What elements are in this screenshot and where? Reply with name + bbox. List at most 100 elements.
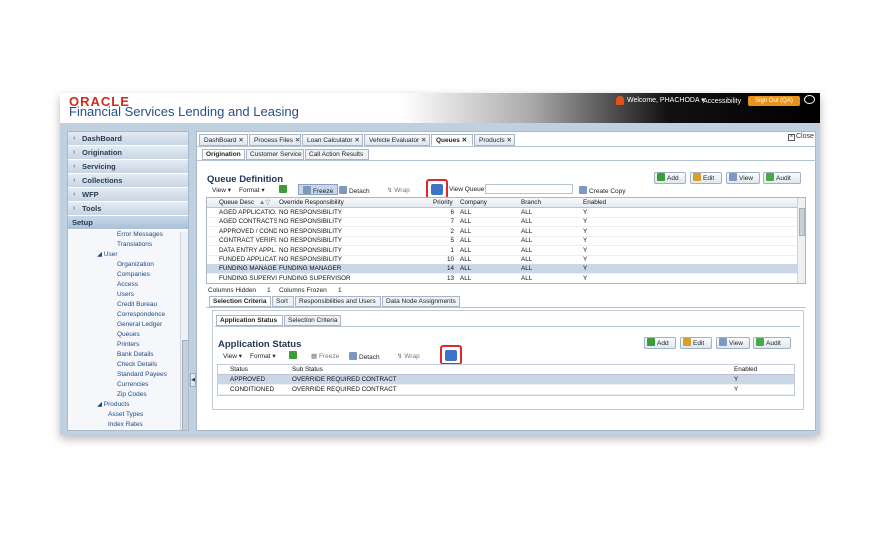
tree-item-products[interactable]: ◢ Products (68, 400, 180, 410)
close-icon[interactable]: ✕ (506, 137, 511, 144)
subtab-origination[interactable]: Origination (202, 149, 245, 160)
queue-grid-scrollbar[interactable] (797, 198, 805, 283)
close-button[interactable]: × Close (788, 133, 814, 141)
tree-item-standard-payees[interactable]: Standard Payees (68, 370, 180, 380)
col-enabled[interactable]: Enabled (732, 365, 772, 375)
wrap-button[interactable]: ↯ Wrap (397, 352, 420, 360)
subtab-application-status[interactable]: Application Status (216, 315, 283, 326)
tree-item-check-details[interactable]: Check Details (68, 360, 180, 370)
detach-button[interactable]: Detach (339, 186, 370, 195)
scrollbar-thumb[interactable] (799, 208, 805, 236)
tab-selection-criteria[interactable]: Selection Criteria (209, 296, 271, 307)
table-row[interactable]: CONDITIONED OVERRIDE REQUIRED CONTRACT Y (218, 385, 794, 395)
close-icon[interactable]: ✕ (421, 137, 426, 144)
tab-sort[interactable]: Sort (272, 296, 294, 307)
tab-vehicle-evaluator[interactable]: Vehicle Evaluator ✕ (364, 134, 430, 146)
tree-item-printers[interactable]: Printers (68, 340, 180, 350)
freeze-button[interactable]: Freeze (298, 184, 339, 195)
close-icon[interactable]: ✕ (295, 137, 300, 144)
table-row[interactable]: FUNDING SUPERVI... FUNDING SUPERVISOR 13 AL… (207, 274, 797, 283)
create-copy-button[interactable]: Create Copy (579, 186, 626, 195)
subtab-call-action-results[interactable]: Call Action Results (305, 149, 369, 160)
edit-button[interactable]: Edit (680, 337, 712, 349)
tree-item-bank-details[interactable]: Bank Details (68, 350, 180, 360)
add-button[interactable]: Add (644, 337, 676, 349)
format-menu[interactable]: Format ▾ (239, 186, 265, 194)
tab-process-files[interactable]: Process Files ✕ (249, 134, 301, 146)
view-queue-input[interactable] (485, 184, 573, 194)
tree-item-error-messages[interactable]: Error Messages (68, 230, 180, 240)
col-priority[interactable]: Priority (431, 198, 461, 208)
subtab-selection-criteria[interactable]: Selection Criteria (284, 315, 341, 326)
col-sub-status[interactable]: Sub Status (290, 365, 410, 375)
tree-item-currencies[interactable]: Currencies (68, 380, 180, 390)
wrap-button[interactable]: ↯ Wrap (387, 186, 410, 194)
tab-responsibilities-and-users[interactable]: Responsibilities and Users (295, 296, 381, 307)
nav-dashboard[interactable]: › DashBoard (68, 132, 188, 146)
subtab-divider (197, 160, 817, 161)
scrollbar-thumb[interactable] (182, 340, 188, 430)
power-icon[interactable] (804, 95, 815, 104)
sort-icon[interactable]: ▲▽ (257, 198, 271, 208)
queue-grid-header: Queue Desc ▲▽ Override Responsibility Pr… (207, 198, 797, 208)
tree-item-translations[interactable]: Translations (68, 240, 180, 250)
tab-queues[interactable]: Queues ✕ (431, 134, 473, 146)
sidebar-scrollbar[interactable] (180, 232, 188, 430)
col-enabled[interactable]: Enabled (581, 198, 621, 208)
view-button[interactable]: View (716, 337, 750, 349)
document-icon (729, 173, 737, 181)
col-status[interactable]: Status (228, 365, 288, 375)
document-icon (719, 338, 727, 346)
col-branch[interactable]: Branch (519, 198, 559, 208)
tree-item-organization[interactable]: Organization (68, 260, 180, 270)
sign-out-button[interactable]: Sign Out (QA) (748, 96, 800, 106)
tab-products[interactable]: Products ✕ (474, 134, 515, 146)
add-button[interactable]: Add (654, 172, 686, 184)
close-icon[interactable]: ✕ (238, 137, 243, 144)
nav-collections[interactable]: › Collections (68, 174, 188, 188)
tree-item-user[interactable]: ◢ User (68, 250, 180, 260)
close-icon[interactable]: ✕ (462, 137, 467, 144)
check-icon (766, 173, 774, 181)
tab-loan-calculator[interactable]: Loan Calculator ✕ (302, 134, 363, 146)
tree-item-credit-bureau[interactable]: Credit Bureau (68, 300, 180, 310)
table-row[interactable]: APPROVED OVERRIDE REQUIRED CONTRACT Y (218, 375, 794, 385)
welcome-menu[interactable]: Welcome, PHACHODA ▾ (627, 96, 705, 104)
nav-wfp[interactable]: › WFP (68, 188, 188, 202)
nav-tools[interactable]: › Tools (68, 202, 188, 216)
view-button[interactable]: View (726, 172, 760, 184)
detach-button[interactable]: Detach (349, 352, 380, 361)
export-icon[interactable] (289, 351, 299, 360)
nav-origination[interactable]: › Origination (68, 146, 188, 160)
edit-button[interactable]: Edit (690, 172, 722, 184)
nav-servicing[interactable]: › Servicing (68, 160, 188, 174)
audit-button[interactable]: Audit (763, 172, 801, 184)
tree-item-access[interactable]: Access (68, 280, 180, 290)
nav-setup[interactable]: Setup (68, 216, 188, 230)
tree-item-companies[interactable]: Companies (68, 270, 180, 280)
chevron-right-icon: › (73, 191, 76, 198)
audit-button[interactable]: Audit (753, 337, 791, 349)
detach-icon (349, 352, 357, 360)
freeze-button[interactable]: ▦ Freeze (311, 352, 339, 360)
view-menu[interactable]: View ▾ (212, 186, 231, 194)
view-menu[interactable]: View ▾ (223, 352, 242, 360)
tree-item-queues[interactable]: Queues (68, 330, 180, 340)
tree-item-asset-types[interactable]: Asset Types (68, 410, 180, 420)
format-menu[interactable]: Format ▾ (250, 352, 276, 360)
tab-dashboard[interactable]: DashBoard ✕ (199, 134, 248, 146)
tree-item-index-rates[interactable]: Index Rates (68, 420, 180, 430)
chevron-right-icon: › (73, 205, 76, 212)
subtab-customer-service[interactable]: Customer Service (246, 149, 304, 160)
close-icon[interactable]: ✕ (354, 137, 359, 144)
tree-item-zip-codes[interactable]: Zip Codes (68, 390, 180, 400)
tab-data-node-assignments[interactable]: Data Node Assignments (382, 296, 460, 307)
lower-tab-divider (206, 307, 806, 308)
export-icon[interactable] (279, 185, 289, 194)
tree-item-users[interactable]: Users (68, 290, 180, 300)
tree-item-general-ledger[interactable]: General Ledger (68, 320, 180, 330)
accessibility-link[interactable]: Accessibility (703, 98, 741, 105)
tree-item-correspondence[interactable]: Correspondence (68, 310, 180, 320)
col-company[interactable]: Company (458, 198, 498, 208)
col-override-responsibility[interactable]: Override Responsibility (277, 198, 397, 208)
